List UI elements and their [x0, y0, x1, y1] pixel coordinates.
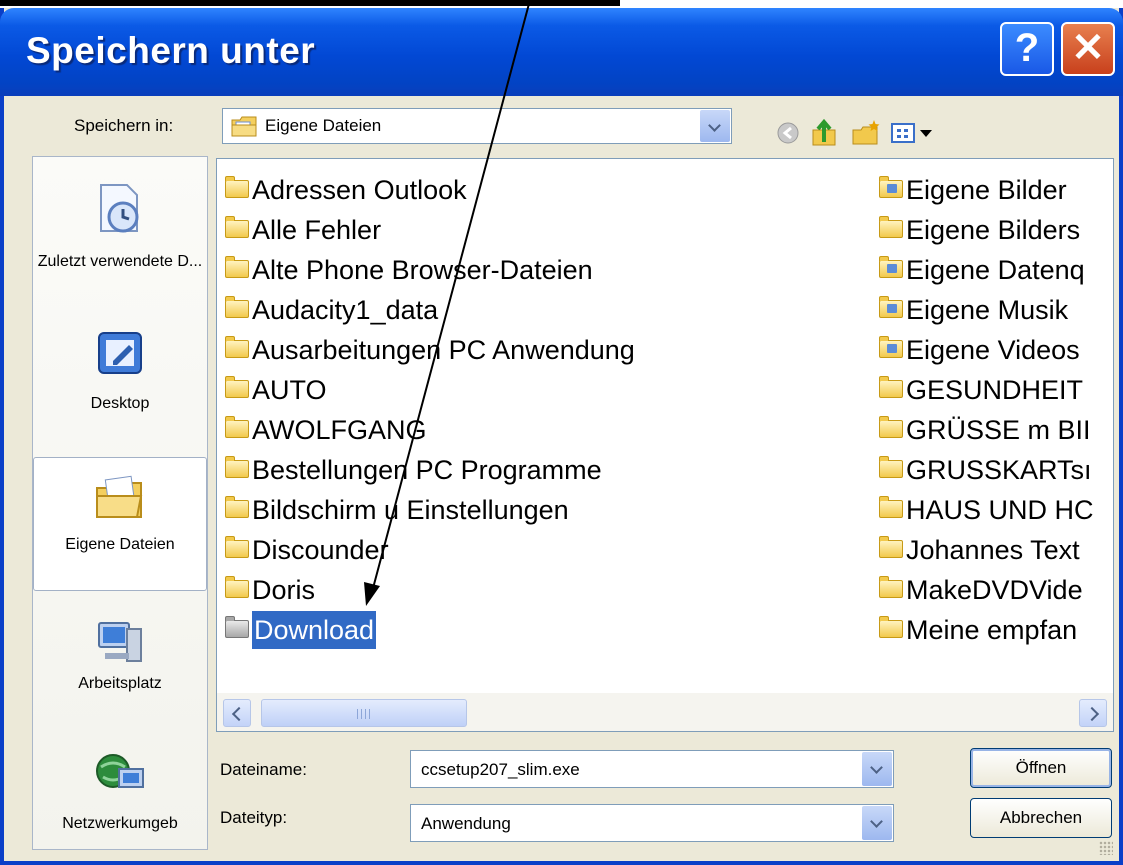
- annotation-arrow: [364, 0, 531, 606]
